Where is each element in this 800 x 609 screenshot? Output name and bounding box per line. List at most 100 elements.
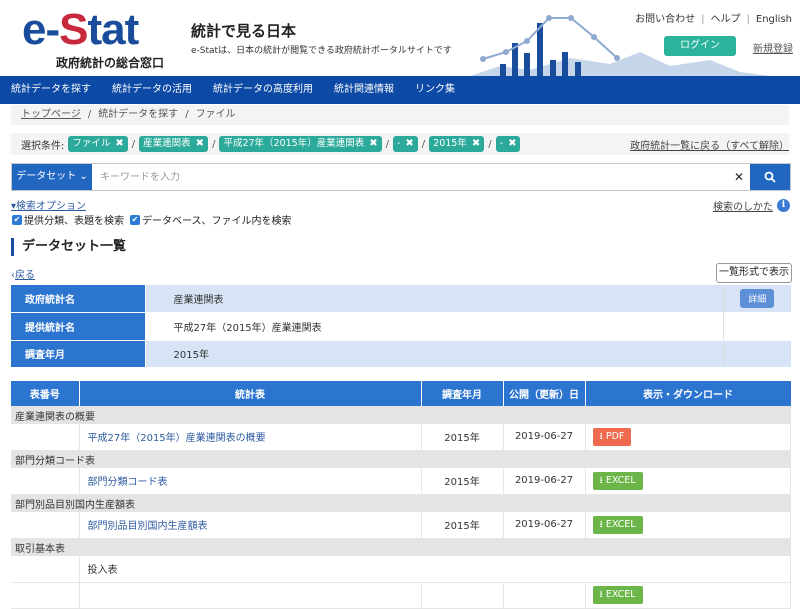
page-title: データセット一覧 [11,238,126,256]
remove-icon[interactable]: ✖ [508,136,516,152]
search-help-link[interactable]: 検索のしかた i [713,198,790,213]
pdf-download-button[interactable]: ⭳ PDF [592,427,632,446]
stats-table-link[interactable] [79,582,422,609]
back-link[interactable]: ‹戻る [11,266,35,281]
nav-item-links[interactable]: リンク集 [404,76,465,104]
checkbox-checked-icon[interactable]: ✔ [12,214,22,225]
remove-icon[interactable]: ✖ [369,136,377,152]
col-table-number[interactable]: 表番号 [11,381,80,406]
checkbox-title-search[interactable]: ✔ 提供分類、表題を検索 [12,212,124,227]
nav-item-use-data[interactable]: 統計データの活用 [101,76,202,104]
published-date: 2019-06-27 [503,512,586,539]
register-link[interactable]: 新規登録 [753,40,793,55]
table-row: 部門分類コード表 2015年 2019-06-27 ⭳ EXCEL [11,468,791,495]
col-published-date[interactable]: 公開（更新）日 [503,381,586,406]
table-row: 投入表 [11,556,791,583]
excel-download-button[interactable]: ⭳ EXCEL [592,515,643,534]
download-cell: ⭳ EXCEL [585,468,791,495]
nav-item-advanced-use[interactable]: 統計データの高度利用 [202,76,323,104]
info-row: 政府統計名 産業連関表 詳細 [11,285,791,313]
remove-icon[interactable]: ✖ [472,136,480,152]
info-row: 調査年月 2015年 [11,340,791,368]
remove-icon[interactable]: ✖ [405,136,413,152]
group-name: 部門別品目別国内生産額表 [11,494,791,512]
survey-date: 2015年 [421,468,504,495]
checkbox-checked-icon[interactable]: ✔ [130,214,140,225]
condition-chip[interactable]: 2015年 ✖ [429,136,485,152]
site-description: e-Statは、日本の統計が閲覧できる政府統計ポータルサイトです [191,46,452,56]
main-nav: 統計データを探す 統計データの活用 統計データの高度利用 統計関連情報 リンク集 [0,76,800,104]
estat-logo[interactable]: e-Stat 政府統計の総合窓口 [22,8,165,71]
survey-date [421,582,504,609]
separator: / [385,138,389,150]
published-date: 2019-06-27 [503,468,586,495]
breadcrumb-search: 統計データを探す [98,109,179,120]
search-checkboxes: ✔ 提供分類、表題を検索 ✔ データベース、ファイル内を検索 [12,212,292,227]
checkbox-label: 提供分類、表題を検索 [24,216,124,227]
reset-conditions-link[interactable]: 政府統計一覧に戻る（すべて解除） [630,137,789,152]
chevron-down-icon: ⌄ [79,171,88,182]
condition-chip[interactable]: - ✖ [495,136,521,152]
contact-link[interactable]: お問い合わせ [635,14,695,25]
info-action-cell [722,312,791,341]
search-options-toggle[interactable]: ▾検索オプション [11,197,86,212]
subgroup-name: 投入表 [79,556,791,583]
search-button[interactable] [750,164,790,190]
search-bar: データセット ⌄ ✕ [11,163,791,191]
english-link[interactable]: English [756,14,792,25]
search-input[interactable] [92,164,728,190]
separator: / [131,138,136,150]
group-name: 部門分類コード表 [11,450,791,468]
chip-label: 産業連関表 [143,138,191,149]
checkbox-file-search[interactable]: ✔ データベース、ファイル内を検索 [130,212,292,227]
excel-download-button[interactable]: ⭳ EXCEL [592,471,643,490]
selected-conditions: 選択条件: ファイル ✖ / 産業連関表 ✖ / 平成27年（2015年）産業連関表 ✖ /… [11,133,789,155]
info-action-cell [722,340,791,368]
survey-date: 2015年 [421,424,504,451]
stats-table-link[interactable]: 平成27年（2015年）産業連関表の概要 [79,424,422,451]
stats-table-link[interactable]: 部門別品目別国内生産額表 [79,512,422,539]
published-date [503,582,586,609]
table-row: ⭳ EXCEL [11,582,791,609]
table-number [11,556,80,583]
dataset-info-table: 政府統計名 産業連関表 詳細 提供統計名 平成27年（2015年）産業連関表 調… [11,285,791,368]
breadcrumb-current: ファイル [195,109,236,120]
clear-icon[interactable]: ✕ [728,164,750,190]
condition-chip[interactable]: 産業連関表 ✖ [139,136,209,152]
col-stats-table[interactable]: 統計表 [79,381,422,406]
info-value: 平成27年（2015年）産業連関表 [145,312,723,341]
separator: | [701,14,705,25]
search-type-dropdown[interactable]: データセット ⌄ [12,164,92,190]
condition-chip[interactable]: 平成27年（2015年）産業連関表 ✖ [219,136,382,152]
remove-icon[interactable]: ✖ [196,136,204,152]
chip-label: ファイル [72,138,111,149]
remove-icon[interactable]: ✖ [115,136,123,152]
condition-chip[interactable]: ファイル ✖ [68,136,128,152]
download-cell: ⭳ EXCEL [585,582,791,609]
condition-chip[interactable]: - ✖ [392,136,418,152]
table-number [11,424,80,451]
info-label: 調査年月 [11,340,146,368]
nav-item-related-info[interactable]: 統計関連情報 [323,76,404,104]
breadcrumb-top[interactable]: トップページ [21,109,81,120]
logo-subtitle: 政府統計の総合窓口 [56,56,165,70]
stats-table-link[interactable]: 部門分類コード表 [79,468,422,495]
table-number [11,582,80,609]
col-survey-date[interactable]: 調査年月 [421,381,504,406]
download-cell: ⭳ PDF [585,424,791,451]
group-row: 部門別品目別国内生産額表 [11,494,791,512]
help-link[interactable]: ヘルプ [711,14,741,25]
list-view-button[interactable]: 一覧形式で表示 [716,263,792,283]
separator: / [185,109,189,120]
separator: / [212,138,216,150]
group-row: 取引基本表 [11,538,791,556]
top-links: お問い合わせ | ヘルプ | English [635,10,792,25]
info-icon: i [777,199,790,212]
download-cell: ⭳ EXCEL [585,512,791,539]
chip-label: - [396,138,401,149]
login-button[interactable]: ログイン [664,36,736,56]
excel-download-button[interactable]: ⭳ EXCEL [592,586,643,604]
detail-button[interactable]: 詳細 [740,289,775,308]
site-header: e-Stat 政府統計の総合窓口 統計で見る日本 e-Statは、日本の統計が閲… [0,0,800,76]
nav-item-search-data[interactable]: 統計データを探す [0,76,101,104]
